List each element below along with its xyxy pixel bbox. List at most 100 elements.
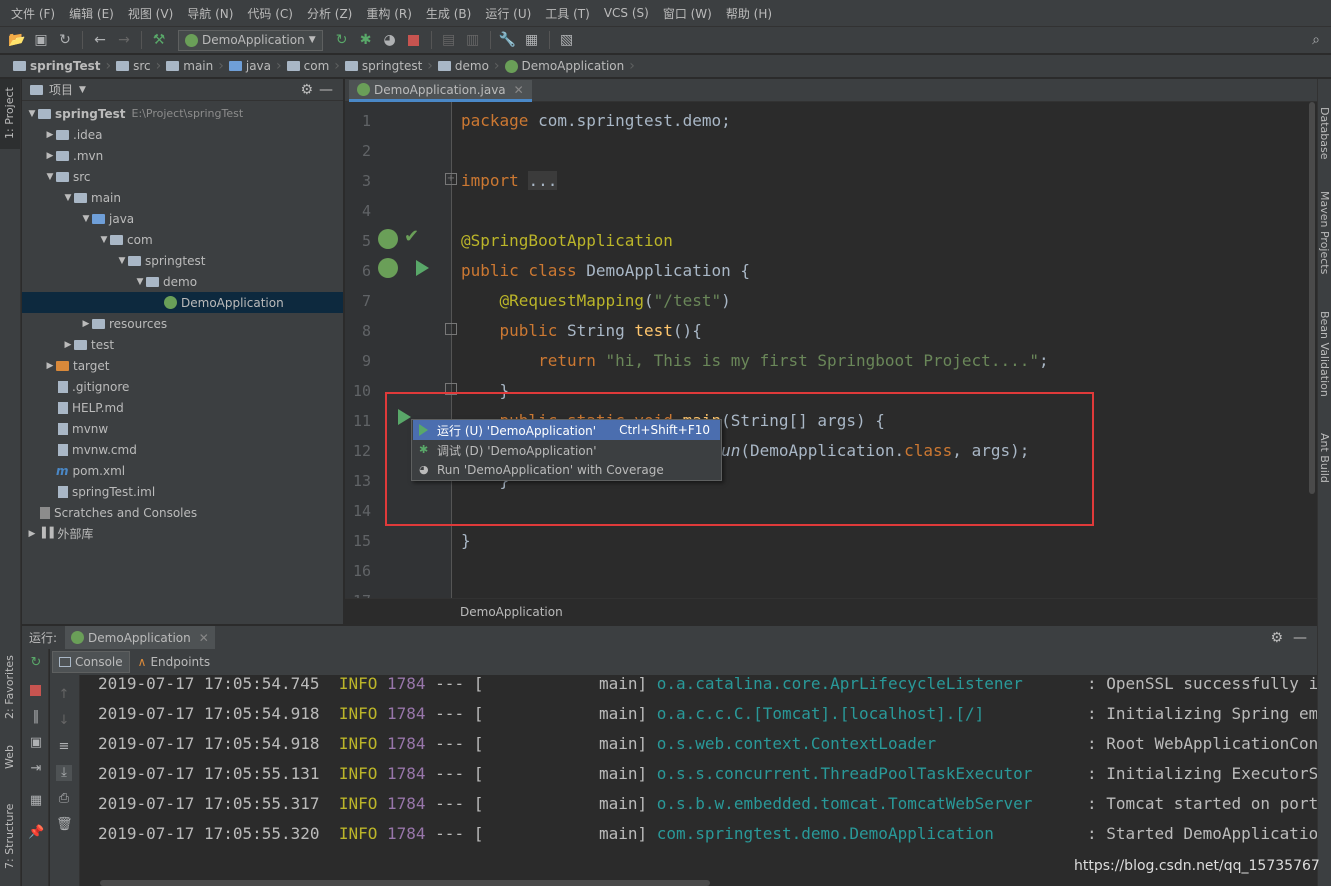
popup-run-item[interactable]: 运行 (U) 'DemoApplication' Ctrl+Shift+F10 [413, 420, 720, 440]
vcs-commit-icon[interactable]: ▥ [462, 29, 484, 51]
trash-icon[interactable]: 🗑 [56, 817, 73, 833]
menu-window[interactable]: 窗口 (W) [656, 5, 719, 22]
endpoints-tab[interactable]: ∧ Endpoints [132, 651, 216, 673]
menu-run[interactable]: 运行 (U) [478, 5, 538, 22]
scroll-down-icon[interactable]: ↓ [56, 713, 72, 729]
tree-node[interactable]: ▼ main [22, 187, 343, 208]
back-icon[interactable]: ← [89, 29, 111, 51]
expand-arrow-icon[interactable]: ▼ [26, 109, 38, 119]
menu-tools[interactable]: 工具 (T) [538, 5, 597, 22]
project-view-title[interactable]: 项目 [49, 81, 73, 98]
editor-scrollbar[interactable] [1309, 102, 1317, 598]
breadcrumb-src[interactable]: src [111, 59, 156, 73]
search-everywhere-icon[interactable]: ⌕ [1305, 29, 1327, 51]
breadcrumb-demo[interactable]: demo [433, 59, 494, 73]
breadcrumb-springtest[interactable]: springtest [340, 59, 427, 73]
breadcrumb-java[interactable]: java [224, 59, 276, 73]
vcs-update-icon[interactable]: ▤ [438, 29, 460, 51]
tree-node[interactable]: ▶ test [22, 334, 343, 355]
fold-icon[interactable] [445, 323, 457, 335]
tree-node[interactable]: Scratches and Consoles [22, 502, 343, 523]
expand-arrow-icon[interactable]: ▼ [134, 277, 146, 287]
spring-check-icon[interactable]: ✔ [404, 226, 419, 247]
breadcrumb-demoapplication[interactable]: DemoApplication [500, 59, 630, 73]
menu-vcs[interactable]: VCS (S) [597, 6, 656, 20]
expand-arrow-icon[interactable]: ▼ [116, 256, 128, 266]
breadcrumb-main[interactable]: main [161, 59, 218, 73]
layout-icon[interactable]: ▦ [28, 793, 44, 809]
pause-icon[interactable]: ‖ [28, 709, 44, 725]
build-hammer-icon[interactable]: ⚒ [148, 29, 170, 51]
expand-arrow-icon[interactable]: ▼ [98, 235, 110, 245]
run-tab-demoapplication[interactable]: DemoApplication ✕ [65, 625, 215, 650]
maven-tool-label[interactable]: Maven Projects [1318, 191, 1331, 274]
minimize-icon[interactable]: — [1293, 630, 1307, 646]
console-output[interactable]: 2019-07-17 17:05:54.745 INFO 1784 --- [ … [81, 675, 1317, 886]
editor-scrollbar-thumb[interactable] [1309, 102, 1315, 494]
breadcrumb-com[interactable]: com [282, 59, 335, 73]
soft-wrap-icon[interactable]: ≡ [56, 739, 72, 755]
open-folder-icon[interactable]: 📂 [6, 29, 28, 51]
settings-wrench-icon[interactable]: 🔧 [497, 29, 519, 51]
menu-file[interactable]: 文件 (F) [4, 5, 62, 22]
tree-node[interactable]: .gitignore [22, 376, 343, 397]
collapse-arrow-icon[interactable]: ▶ [26, 529, 38, 539]
collapse-arrow-icon[interactable]: ▶ [80, 319, 92, 329]
tree-node[interactable]: HELP.md [22, 397, 343, 418]
editor-tab-demoapplication[interactable]: DemoApplication.java ✕ [349, 80, 532, 102]
stop-icon[interactable] [403, 29, 425, 51]
menu-navigate[interactable]: 导航 (N) [180, 5, 240, 22]
console-tab[interactable]: Console [52, 651, 130, 673]
run-gutter-icon[interactable] [416, 260, 429, 276]
debug-bug-icon[interactable]: ✱ [355, 29, 377, 51]
run-coverage-icon[interactable]: ◕ [379, 29, 401, 51]
close-icon[interactable]: ✕ [514, 83, 524, 97]
gear-icon[interactable]: ⚙ [300, 82, 313, 98]
tree-node[interactable]: ▶ .idea [22, 124, 343, 145]
exit-icon[interactable]: ⇥ [28, 761, 44, 777]
gear-icon[interactable]: ⚙ [1270, 630, 1283, 646]
project-structure-icon[interactable]: ▦ [521, 29, 543, 51]
print-icon[interactable]: ⎙ [56, 791, 72, 807]
save-all-icon[interactable]: ▣ [30, 29, 52, 51]
tree-node[interactable]: ▼ java [22, 208, 343, 229]
expand-arrow-icon[interactable]: ▼ [44, 172, 56, 182]
sdk-manager-icon[interactable]: ▧ [556, 29, 578, 51]
rerun-icon[interactable]: ↻ [28, 655, 44, 671]
fold-icon[interactable]: + [445, 173, 457, 185]
minimize-icon[interactable]: — [319, 82, 333, 98]
tree-node[interactable]: ▶ resources [22, 313, 343, 334]
console-horizontal-scrollbar[interactable] [100, 880, 710, 886]
stop-icon[interactable] [28, 683, 44, 699]
menu-refactor[interactable]: 重构 (R) [359, 5, 419, 22]
tree-node[interactable]: ▶ target [22, 355, 343, 376]
menu-help[interactable]: 帮助 (H) [719, 5, 779, 22]
project-tool-label[interactable]: 1: Project [3, 87, 16, 139]
collapse-arrow-icon[interactable]: ▶ [44, 151, 56, 161]
bean-validation-tool-label[interactable]: Bean Validation [1318, 311, 1331, 397]
ant-build-tool-label[interactable]: Ant Build [1318, 433, 1331, 483]
chevron-down-icon[interactable]: ▼ [79, 85, 86, 95]
tree-node[interactable]: DemoApplication [22, 292, 343, 313]
expand-arrow-icon[interactable]: ▼ [62, 193, 74, 203]
tree-node[interactable]: ▼ springTest E:\Project\springTest [22, 103, 343, 124]
editor-status-label[interactable]: DemoApplication [460, 605, 563, 619]
menu-view[interactable]: 视图 (V) [121, 5, 180, 22]
tree-node[interactable]: ▼ src [22, 166, 343, 187]
collapse-arrow-icon[interactable]: ▶ [44, 361, 56, 371]
menu-edit[interactable]: 编辑 (E) [62, 5, 121, 22]
popup-coverage-item[interactable]: ◕ Run 'DemoApplication' with Coverage [413, 460, 720, 480]
popup-debug-item[interactable]: ✱ 调试 (D) 'DemoApplication' [413, 440, 720, 460]
tree-node[interactable]: ▼ demo [22, 271, 343, 292]
scroll-up-icon[interactable]: ↑ [56, 687, 72, 703]
structure-tool-label[interactable]: 7: Structure [3, 804, 16, 869]
menu-analyze[interactable]: 分析 (Z) [300, 5, 359, 22]
tree-node[interactable]: mvnw [22, 418, 343, 439]
run-configuration-select[interactable]: DemoApplication ▼ [178, 29, 323, 51]
spring-class-icon[interactable] [378, 258, 398, 278]
sync-icon[interactable]: ↻ [54, 29, 76, 51]
menu-code[interactable]: 代码 (C) [240, 5, 300, 22]
favorites-tool-label[interactable]: 2: Favorites [3, 655, 16, 719]
spring-bean-icon[interactable] [378, 229, 398, 249]
forward-icon[interactable]: → [113, 29, 135, 51]
